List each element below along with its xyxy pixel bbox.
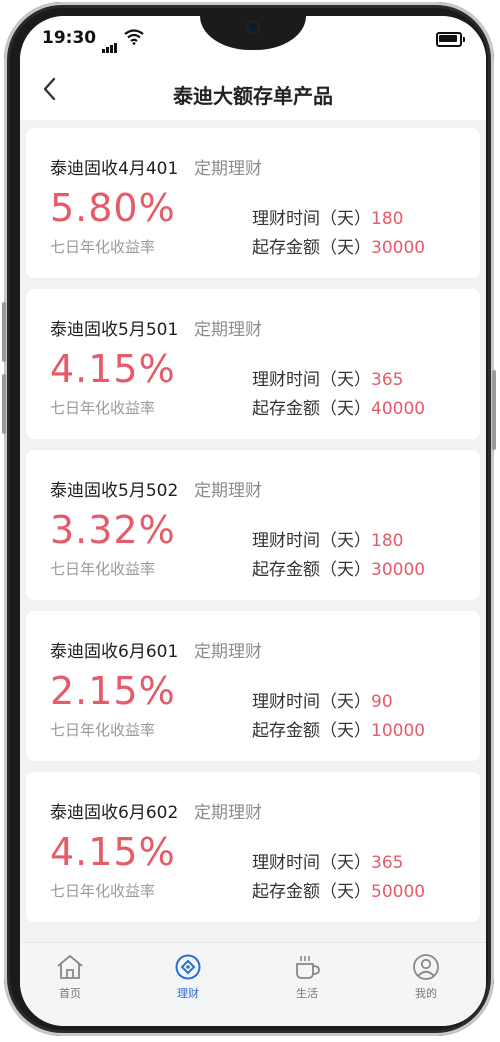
product-type: 定期理财 bbox=[194, 481, 262, 501]
min-amount-value: 30000 bbox=[371, 560, 426, 580]
term-label: 理财时间（天） bbox=[252, 531, 371, 551]
term-row: 理财时间（天）180 bbox=[252, 204, 403, 229]
min-amount-value: 30000 bbox=[371, 238, 426, 258]
battery-icon bbox=[436, 32, 465, 47]
term-label: 理财时间（天） bbox=[252, 853, 371, 873]
min-amount-row: 起存金额（天）10000 bbox=[252, 716, 425, 741]
user-icon bbox=[413, 954, 439, 980]
tab-me-label: 我的 bbox=[415, 987, 437, 1000]
yield-rate-label: 七日年化收益率 bbox=[50, 560, 156, 578]
yield-rate: 5.80% bbox=[50, 186, 176, 230]
yield-rate: 4.15% bbox=[50, 347, 176, 391]
yield-rate-label: 七日年化收益率 bbox=[50, 882, 156, 900]
term-row: 理财时间（天）90 bbox=[252, 687, 393, 712]
product-type: 定期理财 bbox=[194, 642, 262, 662]
volume-button bbox=[2, 302, 6, 362]
min-amount-row: 起存金额（天）30000 bbox=[252, 233, 425, 258]
nav-header: 泰迪大额存单产品 bbox=[20, 60, 486, 120]
min-amount-value: 40000 bbox=[371, 399, 426, 419]
term-row: 理财时间（天）365 bbox=[252, 365, 403, 390]
product-name: 泰迪固收4月401 bbox=[50, 159, 179, 179]
tab-life-label: 生活 bbox=[296, 987, 318, 1000]
product-name: 泰迪固收6月601 bbox=[50, 642, 179, 662]
term-label: 理财时间（天） bbox=[252, 692, 371, 712]
min-amount-label: 起存金额（天） bbox=[252, 560, 371, 580]
product-type: 定期理财 bbox=[194, 159, 262, 179]
yield-rate: 4.15% bbox=[50, 830, 176, 874]
product-name: 泰迪固收6月602 bbox=[50, 803, 179, 823]
min-amount-value: 10000 bbox=[371, 721, 426, 741]
status-time: 19:30 bbox=[42, 28, 97, 48]
min-amount-label: 起存金额（天） bbox=[252, 399, 371, 419]
product-card[interactable]: 泰迪固收5月502 定期理财 3.32% 七日年化收益率 理财时间（天）180 … bbox=[26, 450, 480, 600]
signal-icon bbox=[102, 34, 118, 53]
yield-rate-label: 七日年化收益率 bbox=[50, 721, 156, 739]
min-amount-label: 起存金额（天） bbox=[252, 238, 371, 258]
tab-home-label: 首页 bbox=[59, 987, 81, 1000]
product-card[interactable]: 泰迪固收6月601 定期理财 2.15% 七日年化收益率 理财时间（天）90 起… bbox=[26, 611, 480, 761]
term-row: 理财时间（天）365 bbox=[252, 848, 403, 873]
term-value: 365 bbox=[371, 853, 404, 873]
term-row: 理财时间（天）180 bbox=[252, 526, 403, 551]
product-card[interactable]: 泰迪固收4月401 定期理财 5.80% 七日年化收益率 理财时间（天）180 … bbox=[26, 128, 480, 278]
product-card[interactable]: 泰迪固收5月501 定期理财 4.15% 七日年化收益率 理财时间（天）365 … bbox=[26, 289, 480, 439]
min-amount-row: 起存金额（天）40000 bbox=[252, 394, 425, 419]
tab-finance[interactable]: 理财 bbox=[148, 953, 228, 1001]
power-button bbox=[492, 370, 496, 450]
term-value: 180 bbox=[371, 531, 404, 551]
tab-life[interactable]: 生活 bbox=[267, 953, 347, 1001]
min-amount-row: 起存金额（天）30000 bbox=[252, 555, 425, 580]
wifi-icon bbox=[124, 29, 144, 45]
min-amount-label: 起存金额（天） bbox=[252, 882, 371, 902]
yield-rate: 3.32% bbox=[50, 508, 176, 552]
min-amount-label: 起存金额（天） bbox=[252, 721, 371, 741]
screen: 19:30 泰迪大额存单产品 泰迪固收4月401 定期理财 5.80% 七日年化… bbox=[20, 16, 486, 1026]
yield-rate-label: 七日年化收益率 bbox=[50, 399, 156, 417]
term-value: 90 bbox=[371, 692, 393, 712]
term-label: 理财时间（天） bbox=[252, 209, 371, 229]
volume-button-lower bbox=[2, 374, 6, 434]
tab-me[interactable]: 我的 bbox=[386, 953, 466, 1001]
min-amount-row: 起存金额（天）50000 bbox=[252, 877, 425, 902]
yield-rate-label: 七日年化收益率 bbox=[50, 238, 156, 256]
term-value: 365 bbox=[371, 370, 404, 390]
term-label: 理财时间（天） bbox=[252, 370, 371, 390]
front-camera bbox=[248, 22, 258, 32]
page-title: 泰迪大额存单产品 bbox=[173, 84, 333, 108]
product-name: 泰迪固收5月502 bbox=[50, 481, 179, 501]
tab-finance-label: 理财 bbox=[177, 987, 199, 1000]
bottom-tab-bar: 首页 理财 生活 我的 bbox=[20, 942, 486, 1026]
coffee-cup-icon bbox=[296, 956, 320, 979]
term-value: 180 bbox=[371, 209, 404, 229]
tab-home[interactable]: 首页 bbox=[30, 953, 110, 1001]
yield-rate: 2.15% bbox=[50, 669, 176, 713]
product-type: 定期理财 bbox=[194, 803, 262, 823]
product-name: 泰迪固收5月501 bbox=[50, 320, 179, 340]
product-type: 定期理财 bbox=[194, 320, 262, 340]
min-amount-value: 50000 bbox=[371, 882, 426, 902]
product-card[interactable]: 泰迪固收6月602 定期理财 4.15% 七日年化收益率 理财时间（天）365 … bbox=[26, 772, 480, 922]
finance-icon bbox=[175, 954, 201, 980]
home-icon bbox=[57, 955, 83, 979]
phone-frame: 19:30 泰迪大额存单产品 泰迪固收4月401 定期理财 5.80% 七日年化… bbox=[2, 2, 496, 1036]
